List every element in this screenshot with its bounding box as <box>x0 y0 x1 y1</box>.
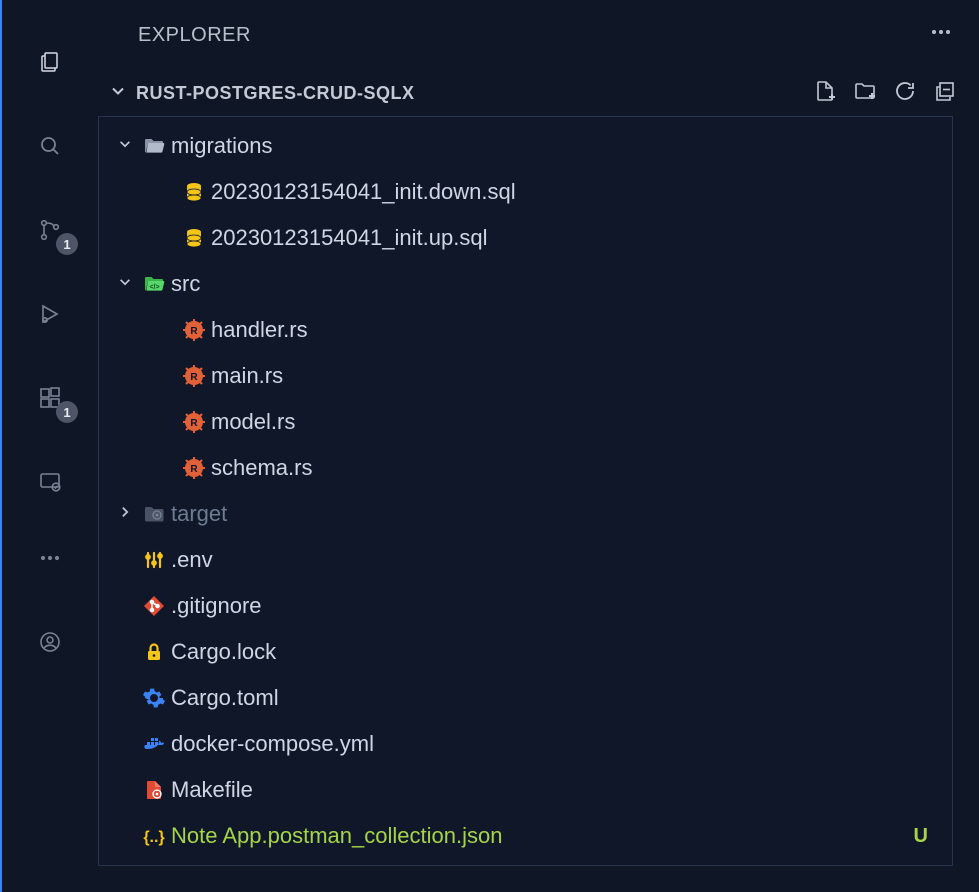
folder-target-icon <box>137 502 171 526</box>
db-icon <box>177 226 211 250</box>
chevron-down-icon <box>113 275 137 294</box>
explorer-more-icon[interactable] <box>929 20 953 50</box>
tree-row[interactable]: .env <box>99 537 952 583</box>
new-file-icon[interactable] <box>813 79 837 108</box>
account-icon[interactable] <box>26 618 74 666</box>
gear-icon <box>137 686 171 710</box>
tree-row[interactable]: 20230123154041_init.up.sql <box>99 215 952 261</box>
tree-item-label: model.rs <box>211 409 295 435</box>
explorer-panel: EXPLORER RUST-POSTGRES-CRUD-SQLX migrati… <box>98 0 979 892</box>
file-tree: migrations 20230123154041_init.down.sql 20… <box>98 116 953 866</box>
remote-icon[interactable] <box>26 458 74 506</box>
tree-item-label: 20230123154041_init.down.sql <box>211 179 516 205</box>
tree-row[interactable]: main.rs <box>99 353 952 399</box>
tree-row[interactable]: Makefile <box>99 767 952 813</box>
json-icon <box>137 824 171 848</box>
tree-item-label: Cargo.lock <box>171 639 276 665</box>
tree-item-label: Note App.postman_collection.json <box>171 823 502 849</box>
tree-item-label: docker-compose.yml <box>171 731 374 757</box>
lock-icon <box>137 640 171 664</box>
run-debug-icon[interactable] <box>26 290 74 338</box>
search-icon[interactable] <box>26 122 74 170</box>
tree-row[interactable]: src <box>99 261 952 307</box>
folder-open-icon <box>137 134 171 158</box>
tree-row[interactable]: .gitignore <box>99 583 952 629</box>
refresh-icon[interactable] <box>893 79 917 108</box>
tree-item-label: schema.rs <box>211 455 312 481</box>
new-folder-icon[interactable] <box>853 79 877 108</box>
tree-item-label: handler.rs <box>211 317 308 343</box>
chevron-down-icon <box>108 83 128 104</box>
tree-row[interactable]: schema.rs <box>99 445 952 491</box>
git-icon <box>137 594 171 618</box>
source-control-icon[interactable]: 1 <box>26 206 74 254</box>
db-icon <box>177 180 211 204</box>
rust-icon <box>177 410 211 434</box>
explorer-icon[interactable] <box>26 38 74 86</box>
rust-icon <box>177 456 211 480</box>
tree-item-label: src <box>171 271 200 297</box>
tree-item-label: .env <box>171 547 213 573</box>
tree-item-label: migrations <box>171 133 272 159</box>
tree-item-label: 20230123154041_init.up.sql <box>211 225 487 251</box>
project-section-header[interactable]: RUST-POSTGRES-CRUD-SQLX <box>98 71 979 116</box>
project-name: RUST-POSTGRES-CRUD-SQLX <box>136 83 813 104</box>
scm-badge: 1 <box>56 233 78 255</box>
folder-src-icon <box>137 272 171 296</box>
extensions-badge: 1 <box>56 401 78 423</box>
rust-icon <box>177 364 211 388</box>
tree-row[interactable]: 20230123154041_init.down.sql <box>99 169 952 215</box>
tree-item-label: Makefile <box>171 777 253 803</box>
tree-row[interactable]: target <box>99 491 952 537</box>
chevron-down-icon <box>113 137 137 156</box>
tree-row[interactable]: Cargo.lock <box>99 629 952 675</box>
extensions-icon[interactable]: 1 <box>26 374 74 422</box>
chevron-right-icon <box>113 505 137 524</box>
tree-row[interactable]: migrations <box>99 123 952 169</box>
tree-row[interactable]: Note App.postman_collection.json U <box>99 813 952 859</box>
tree-item-label: .gitignore <box>171 593 262 619</box>
docker-icon <box>137 732 171 756</box>
tree-row[interactable]: docker-compose.yml <box>99 721 952 767</box>
explorer-header: EXPLORER <box>98 0 979 71</box>
rust-icon <box>177 318 211 342</box>
explorer-title: EXPLORER <box>138 24 251 47</box>
tree-item-label: Cargo.toml <box>171 685 279 711</box>
tree-item-label: target <box>171 501 227 527</box>
tree-row[interactable]: model.rs <box>99 399 952 445</box>
tree-item-label: main.rs <box>211 363 283 389</box>
more-icon[interactable] <box>26 534 74 582</box>
tree-row[interactable]: Cargo.toml <box>99 675 952 721</box>
makefile-icon <box>137 778 171 802</box>
activity-bar: 1 1 <box>0 0 98 892</box>
git-status-badge: U <box>914 825 928 848</box>
env-icon <box>137 548 171 572</box>
collapse-all-icon[interactable] <box>933 79 957 108</box>
tree-row[interactable]: handler.rs <box>99 307 952 353</box>
section-actions <box>813 79 957 108</box>
